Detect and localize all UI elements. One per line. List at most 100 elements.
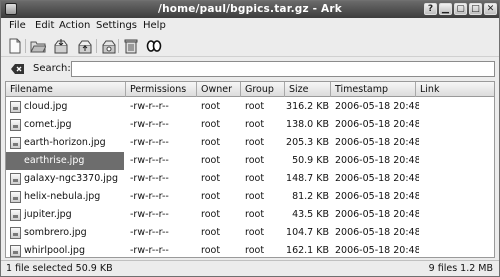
cell-owner: root (201, 101, 221, 112)
cell-permissions: -rw-r--r-- (130, 155, 169, 166)
cell-group: root (245, 155, 265, 166)
cell-owner: root (201, 209, 221, 220)
table-row[interactable]: whirlpool.jpg -rw-r--r-- root root 162.1… (6, 242, 494, 257)
add-icon[interactable] (77, 38, 93, 54)
table-row[interactable]: sombrero.jpg -rw-r--r-- root root 104.7 … (6, 224, 494, 242)
menu-bar: File Edit Action Settings Help (1, 18, 499, 35)
cell-group: root (245, 101, 265, 112)
cell-timestamp: 2006-05-18 20:48 (335, 155, 419, 166)
cell-timestamp: 2006-05-18 20:48 (335, 209, 419, 220)
menu-edit[interactable]: Edit (35, 20, 54, 31)
status-bar: 1 file selected 50.9 KB 9 files 1.2 MB (1, 260, 499, 276)
search-input[interactable] (71, 61, 495, 77)
toolbar (1, 35, 499, 57)
search-label: Search: (33, 63, 71, 74)
column-owner[interactable]: Owner (197, 82, 241, 97)
cell-size: 138.0 KB (286, 119, 329, 130)
cell-permissions: -rw-r--r-- (130, 119, 169, 130)
cell-filename: cloud.jpg (24, 101, 68, 112)
menu-help[interactable]: Help (143, 20, 166, 31)
column-link[interactable]: Link (416, 82, 494, 97)
cell-filename: whirlpool.jpg (24, 245, 85, 256)
table-row-selected[interactable]: earthrise.jpg -rw-r--r-- root root 50.9 … (6, 152, 494, 170)
column-filename[interactable]: Filename (6, 82, 126, 97)
cell-group: root (245, 173, 265, 184)
status-selection: 1 file selected 50.9 KB (6, 263, 113, 274)
cell-filename: comet.jpg (24, 119, 72, 130)
close-button[interactable]: ✕ (484, 3, 497, 15)
toolbar-separator (25, 39, 26, 53)
cell-group: root (245, 245, 265, 256)
maximize-button[interactable]: □ (469, 3, 482, 15)
column-group[interactable]: Group (241, 82, 285, 97)
open-icon[interactable] (30, 38, 46, 54)
cell-group: root (245, 119, 265, 130)
table-row[interactable]: comet.jpg -rw-r--r-- root root 138.0 KB … (6, 116, 494, 134)
cell-timestamp: 2006-05-18 20:48 (335, 137, 419, 148)
cell-timestamp: 2006-05-18 20:48 (335, 191, 419, 202)
cell-permissions: -rw-r--r-- (130, 101, 169, 112)
new-icon[interactable] (7, 38, 23, 54)
cell-group: root (245, 209, 265, 220)
cell-filename: sombrero.jpg (24, 227, 87, 238)
status-totals: 9 files 1.2 MB (428, 263, 493, 274)
cell-group: root (245, 191, 265, 202)
clear-search-icon[interactable] (11, 64, 24, 74)
column-timestamp[interactable]: Timestamp (331, 82, 416, 97)
cell-filename: earthrise.jpg (6, 152, 124, 170)
menu-file[interactable]: File (9, 20, 26, 31)
cell-permissions: -rw-r--r-- (130, 173, 169, 184)
view-icon[interactable] (146, 38, 162, 54)
cell-permissions: -rw-r--r-- (130, 245, 169, 256)
menu-action[interactable]: Action (59, 20, 90, 31)
cell-filename: jupiter.jpg (24, 209, 72, 220)
cell-owner: root (201, 173, 221, 184)
table-row[interactable]: galaxy-ngc3370.jpg -rw-r--r-- root root … (6, 170, 494, 188)
cell-timestamp: 2006-05-18 20:48 (335, 173, 419, 184)
menu-settings[interactable]: Settings (96, 20, 137, 31)
column-size[interactable]: Size (285, 82, 331, 97)
title-bar[interactable]: /home/paul/bgpics.tar.gz - Ark ? ▁ ▢ □ ✕ (1, 1, 499, 18)
cell-timestamp: 2006-05-18 20:48 (335, 245, 419, 256)
ark-window: /home/paul/bgpics.tar.gz - Ark ? ▁ ▢ □ ✕… (0, 0, 500, 277)
file-list[interactable]: Filename Permissions Owner Group Size Ti… (5, 81, 495, 258)
add-directory-icon[interactable] (101, 38, 117, 54)
table-row[interactable]: jupiter.jpg -rw-r--r-- root root 43.5 KB… (6, 206, 494, 224)
cell-owner: root (201, 119, 221, 130)
cell-group: root (245, 227, 265, 238)
cell-owner: root (201, 245, 221, 256)
column-permissions[interactable]: Permissions (126, 82, 197, 97)
cell-permissions: -rw-r--r-- (130, 191, 169, 202)
cell-size: 162.1 KB (286, 245, 329, 256)
extract-icon[interactable] (53, 38, 69, 54)
toolbar-separator (96, 39, 97, 53)
cell-size: 316.2 KB (286, 101, 329, 112)
cell-size: 205.3 KB (286, 137, 329, 148)
cell-filename: galaxy-ngc3370.jpg (24, 173, 118, 184)
search-label-text: Search: (33, 63, 71, 74)
cell-owner: root (201, 155, 221, 166)
cell-permissions: -rw-r--r-- (130, 209, 169, 220)
table-row[interactable]: helix-nebula.jpg -rw-r--r-- root root 81… (6, 188, 494, 206)
cell-size: 148.7 KB (286, 173, 329, 184)
cell-filename: earth-horizon.jpg (24, 137, 106, 148)
help-window-button[interactable]: ? (424, 3, 437, 15)
cell-timestamp: 2006-05-18 20:48 (335, 119, 419, 130)
cell-size: 43.5 KB (292, 209, 329, 220)
cell-owner: root (201, 191, 221, 202)
cell-size: 50.9 KB (292, 155, 329, 166)
restore-button[interactable]: ▢ (454, 3, 467, 15)
delete-icon[interactable] (123, 38, 139, 54)
cell-size: 81.2 KB (292, 191, 329, 202)
cell-timestamp: 2006-05-18 20:48 (335, 227, 419, 238)
cell-size: 104.7 KB (286, 227, 329, 238)
table-row[interactable]: cloud.jpg -rw-r--r-- root root 316.2 KB … (6, 98, 494, 116)
search-bar: Search: (1, 58, 499, 80)
cell-filename: helix-nebula.jpg (24, 191, 101, 202)
cell-owner: root (201, 227, 221, 238)
cell-permissions: -rw-r--r-- (130, 227, 169, 238)
table-row[interactable]: earth-horizon.jpg -rw-r--r-- root root 2… (6, 134, 494, 152)
cell-group: root (245, 137, 265, 148)
minimize-button[interactable]: ▁ (439, 3, 452, 15)
cell-permissions: -rw-r--r-- (130, 137, 169, 148)
